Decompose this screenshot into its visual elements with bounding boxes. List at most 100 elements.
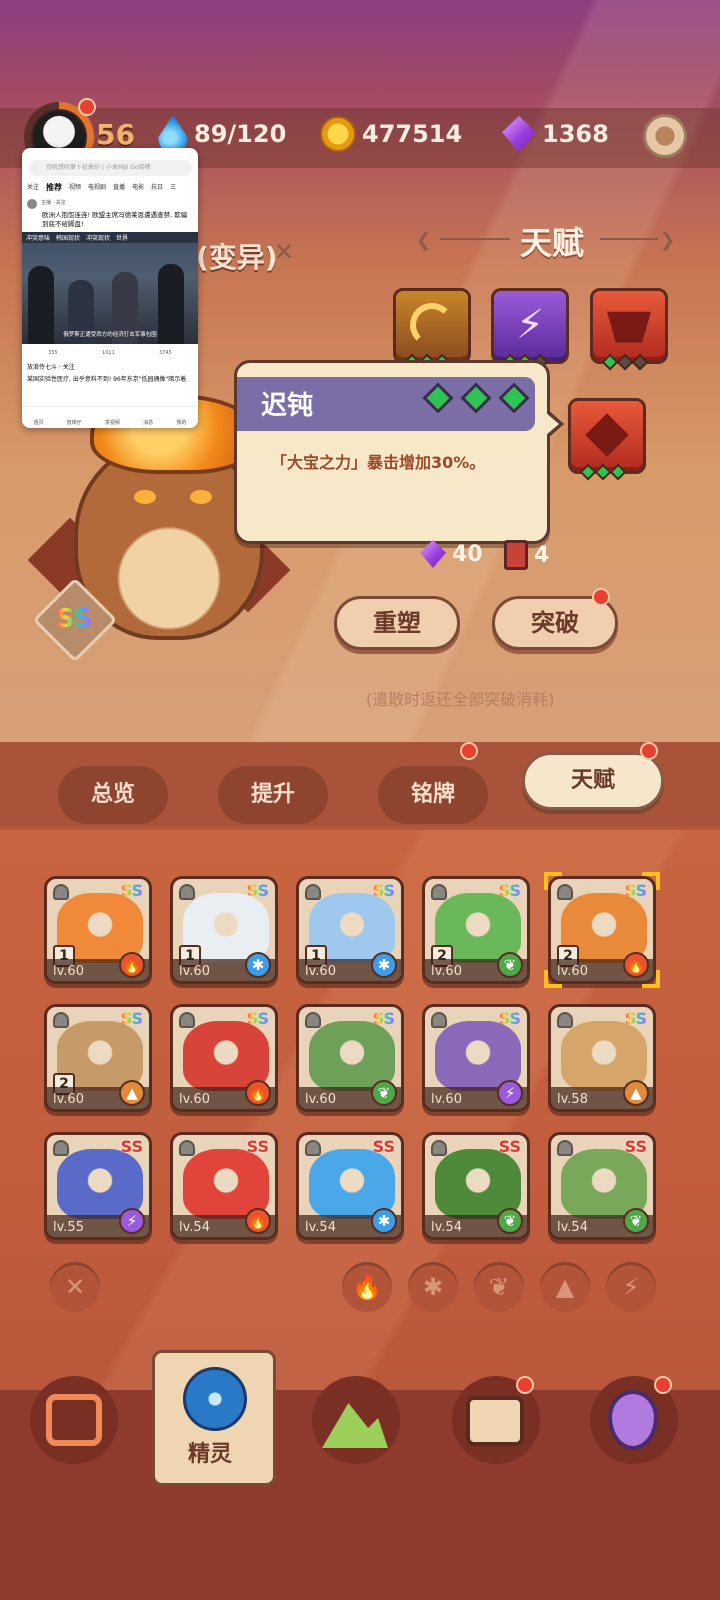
feed-tab[interactable]: 三 xyxy=(170,182,176,193)
fire-filter-button[interactable]: 🔥 xyxy=(342,1262,392,1312)
nav-adventure[interactable] xyxy=(312,1376,400,1464)
spirit-card[interactable]: SS lv.55 ⚡ xyxy=(44,1132,152,1240)
feed-nav-item[interactable]: 放映厅 xyxy=(67,419,82,428)
spirit-card[interactable]: SS lv.54 ❦ xyxy=(548,1132,656,1240)
gem-counter[interactable]: 1368 xyxy=(502,114,609,154)
lock-icon[interactable] xyxy=(557,1012,573,1028)
lock-icon[interactable] xyxy=(179,1012,195,1028)
feed-tab[interactable]: 抗日 xyxy=(151,182,163,193)
talent-slot-1[interactable] xyxy=(393,288,471,364)
spirit-card[interactable]: SS lv.54 ✱ xyxy=(296,1132,404,1240)
feed-nav-item[interactable]: 我的 xyxy=(176,419,186,428)
lock-icon[interactable] xyxy=(305,1012,321,1028)
clear-filter-button[interactable]: ✕ xyxy=(50,1262,100,1312)
spirit-card[interactable]: SS 1 lv.60 ✱ xyxy=(296,876,404,984)
spirit-card[interactable]: SS 1 lv.60 🔥 xyxy=(44,876,152,984)
ice-element-icon: ✱ xyxy=(371,1208,397,1234)
second-post-title[interactable]: 某国实验性医疗, 出乎意料不到! 96年东京"低园偶像"暗示着 xyxy=(22,374,198,386)
lock-icon[interactable] xyxy=(179,1140,195,1156)
chest-icon xyxy=(466,1396,524,1446)
feed-tabs: 关注 推荐 视频 电视剧 直播 电影 抗日三 xyxy=(22,180,198,195)
reshape-button[interactable]: 重塑 xyxy=(334,596,460,650)
image-caption: 俄罗斯正遭受西方的经济打击军事包围 xyxy=(63,332,157,338)
feed-nav-item[interactable]: 首页 xyxy=(34,419,44,428)
lock-icon[interactable] xyxy=(53,1140,69,1156)
like-count[interactable]: 355 xyxy=(48,350,58,356)
lock-icon[interactable] xyxy=(431,884,447,900)
lock-icon[interactable] xyxy=(53,884,69,900)
nav-backpack[interactable] xyxy=(30,1376,118,1464)
talent-slot-4-rank xyxy=(579,463,627,481)
feed-tab[interactable]: 电影 xyxy=(132,182,144,193)
spirit-icon xyxy=(183,1367,247,1431)
spirit-card[interactable]: SS lv.60 ❦ xyxy=(296,1004,404,1112)
chest-notification-dot xyxy=(516,1376,534,1394)
lock-icon[interactable] xyxy=(431,1012,447,1028)
spirit-card[interactable]: SS lv.54 ❦ xyxy=(422,1132,530,1240)
grade-label: SS xyxy=(120,1009,143,1028)
lock-icon[interactable] xyxy=(179,884,195,900)
share-count[interactable]: 3745 xyxy=(159,350,172,356)
spirit-card[interactable]: SS lv.60 ⚡ xyxy=(422,1004,530,1112)
feed-tab[interactable]: 关注 xyxy=(27,182,39,193)
spirit-card[interactable]: SS lv.54 🔥 xyxy=(170,1132,278,1240)
player-level: 56 xyxy=(96,118,135,151)
coin-counter[interactable]: 477514 xyxy=(320,114,462,154)
post-image[interactable]: 冲突意味 韩国现状 冲突现状 世界 俄罗斯正遭受西方的经济打击军事包围 xyxy=(22,232,198,344)
spirit-card[interactable]: SS 1 lv.60 ✱ xyxy=(170,876,278,984)
spirit-card[interactable]: SS lv.58 ▲ xyxy=(548,1004,656,1112)
spirit-level: lv.60 xyxy=(53,1092,84,1107)
lock-icon[interactable] xyxy=(431,1140,447,1156)
fire-element-icon: 🔥 xyxy=(245,1080,271,1106)
title-divider-right xyxy=(600,238,658,240)
tooltip-pointer-fill xyxy=(545,412,559,436)
grade-label: SS xyxy=(498,1137,521,1156)
grade-label: SS xyxy=(246,881,269,900)
tab-talent[interactable]: 天赋 xyxy=(522,752,664,810)
comment-count[interactable]: 1011 xyxy=(102,350,115,356)
spirit-card[interactable]: SS 2 lv.60 ▲ xyxy=(44,1004,152,1112)
fire-element-icon: 🔥 xyxy=(119,952,145,978)
settings-gear-icon[interactable] xyxy=(643,114,687,158)
feed-tab[interactable]: 视频 xyxy=(69,182,81,193)
thunder-filter-button[interactable]: ⚡ xyxy=(606,1262,656,1312)
nameplate-notification-dot xyxy=(460,742,478,760)
feed-tab[interactable]: 直播 xyxy=(113,182,125,193)
tab-upgrade[interactable]: 提升 xyxy=(218,766,328,824)
map-pin-icon xyxy=(608,1390,658,1450)
leaf-filter-button[interactable]: ❦ xyxy=(474,1262,524,1312)
spirit-card[interactable]: SS lv.60 🔥 xyxy=(170,1004,278,1112)
ice-filter-button[interactable]: ✱ xyxy=(408,1262,458,1312)
talent-slot-4[interactable] xyxy=(568,398,646,474)
close-x-icon: ✕ xyxy=(274,238,295,266)
spirit-card[interactable]: SS 2 lv.60 ❦ xyxy=(422,876,530,984)
floating-news-window[interactable]: 司机感叹萝卜征高价 | 小米MIJI Go接棒 关注 推荐 视频 电视剧 直播 电影 抗日三… xyxy=(22,148,198,428)
tab-nameplate[interactable]: 铭牌 xyxy=(378,766,488,824)
title-divider-left xyxy=(440,238,510,240)
feed-nav-item[interactable]: 消息 xyxy=(143,419,153,428)
lock-icon[interactable] xyxy=(53,1012,69,1028)
title-ornament-left: ❮ xyxy=(416,230,432,251)
lock-icon[interactable] xyxy=(557,1140,573,1156)
spirit-level: lv.60 xyxy=(431,1092,462,1107)
tab-overview[interactable]: 总览 xyxy=(58,766,168,824)
spirit-level: lv.55 xyxy=(53,1220,84,1235)
spirit-card[interactable]: SS 2 lv.60 🔥 xyxy=(548,876,656,984)
lock-icon[interactable] xyxy=(305,884,321,900)
spirit-level: lv.58 xyxy=(557,1092,588,1107)
coin-icon xyxy=(320,116,356,152)
avatar-notification-dot xyxy=(78,98,96,116)
grade-label: SS xyxy=(120,881,143,900)
earth-filter-button[interactable]: ▲ xyxy=(540,1262,590,1312)
image-tag: 世界 xyxy=(116,235,129,242)
talent-slot-3[interactable] xyxy=(590,288,668,364)
feed-tab[interactable]: 推荐 xyxy=(46,182,62,193)
spirit-level: lv.54 xyxy=(431,1220,462,1235)
post-title[interactable]: 欧洲人抱怨连连! 欧盟主席冯德莱恩遭遇查禁, 欺骗到底不给脚盘! xyxy=(22,209,198,229)
lock-icon[interactable] xyxy=(305,1140,321,1156)
image-tag: 韩国现状 xyxy=(56,235,81,242)
feed-tab[interactable]: 电视剧 xyxy=(88,182,106,193)
feed-search-input[interactable]: 司机感叹萝卜征高价 | 小米MIJI Go接棒 xyxy=(28,160,192,176)
talent-slot-2[interactable]: ⚡ xyxy=(491,288,569,364)
feed-nav-item[interactable]: 发视频 xyxy=(105,419,120,428)
